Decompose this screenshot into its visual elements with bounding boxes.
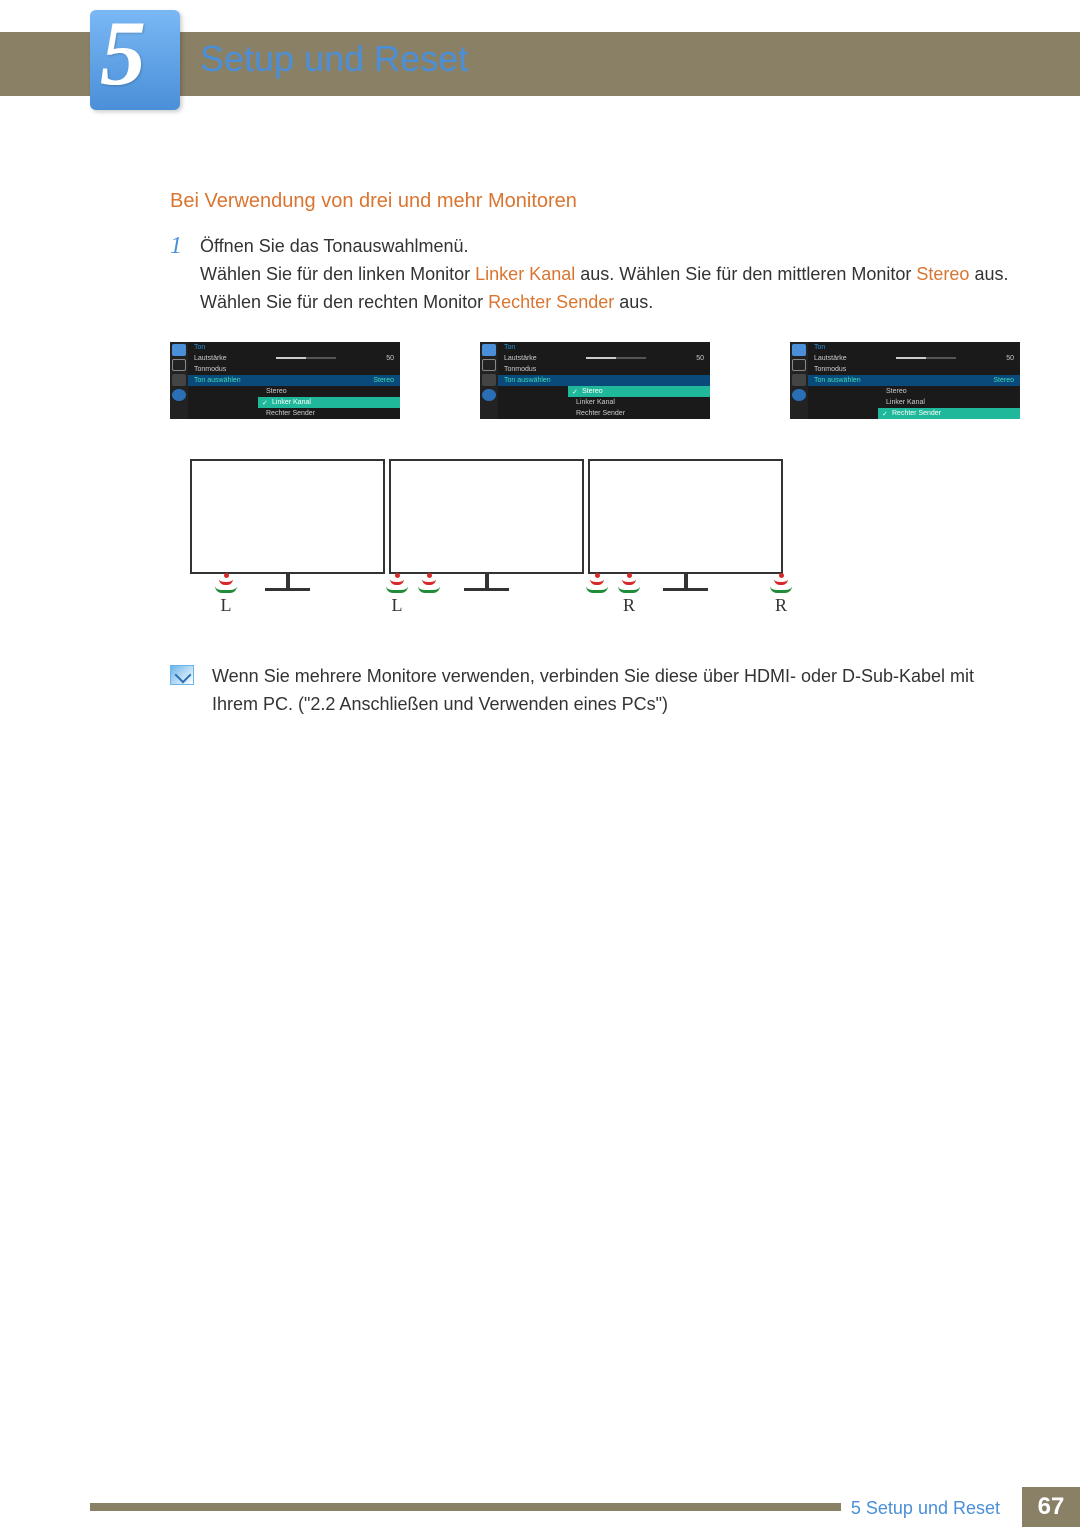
- speaker-label-L: L: [221, 595, 232, 616]
- monitor-2: [389, 459, 584, 591]
- step-line1: Öffnen Sie das Tonauswahlmenü.: [200, 236, 469, 256]
- menu-body: Ton Lautstärke50 Tonmodus Ton auswählenS…: [808, 342, 1020, 419]
- monitor-1: [190, 459, 385, 591]
- menu-sidebar: [480, 342, 498, 419]
- menu-title: Ton: [498, 342, 710, 353]
- osd-menu-left: Ton Lautstärke50 Tonmodus Ton auswählenS…: [170, 342, 400, 419]
- speaker-icon: R: [770, 573, 792, 616]
- monitor-icon: [792, 344, 806, 356]
- row-tonmodus: Tonmodus: [808, 364, 1020, 375]
- submenu: Stereo Linker Kanal Rechter Sender: [568, 386, 710, 419]
- row-volume: Lautstärke50: [808, 353, 1020, 364]
- row-ton-auswaehlen: Ton auswählen: [498, 375, 710, 386]
- t2a: Wählen Sie für den linken Monitor: [200, 264, 475, 284]
- opt-linker-kanal: Linker Kanal: [258, 397, 400, 408]
- speaker-group-4: R: [770, 573, 792, 616]
- note: Wenn Sie mehrere Monitore verwenden, ver…: [170, 663, 1020, 719]
- menu-body: Ton Lautstärke50 Tonmodus Ton auswählenS…: [188, 342, 400, 419]
- menu-sidebar: [790, 342, 808, 419]
- step-text: Öffnen Sie das Tonauswahlmenü. Wählen Si…: [200, 233, 1020, 317]
- opt-rechter-sender: Rechter Sender: [878, 408, 1020, 419]
- footer-page-number: 67: [1022, 1487, 1080, 1527]
- osd-menus: Ton Lautstärke50 Tonmodus Ton auswählenS…: [170, 342, 1020, 419]
- content-area: Bei Verwendung von drei und mehr Monitor…: [170, 190, 1020, 718]
- hl-rechter-sender: Rechter Sender: [488, 292, 614, 312]
- opt-linker-kanal: Linker Kanal: [878, 397, 1020, 408]
- arrows-icon: [792, 359, 806, 371]
- opt-rechter-sender: Rechter Sender: [568, 408, 710, 419]
- volume-slider: [276, 357, 336, 359]
- speaker-label-R: R: [775, 595, 787, 616]
- gear-icon: [172, 374, 186, 386]
- row-tonmodus: Tonmodus: [498, 364, 710, 375]
- submenu: Stereo Linker Kanal Rechter Sender: [258, 386, 400, 419]
- speaker-icon: .: [586, 573, 608, 616]
- row-ton-auswaehlen: Ton auswählenStereo: [188, 375, 400, 386]
- opt-rechter-sender: Rechter Sender: [258, 408, 400, 419]
- step-number: 1: [170, 233, 200, 317]
- t2b: aus. Wählen Sie für den mittleren Monito…: [575, 264, 916, 284]
- info-icon: [792, 389, 806, 401]
- gear-icon: [792, 374, 806, 386]
- info-icon: [482, 389, 496, 401]
- footer: 5 Setup und Reset 67: [0, 1487, 1080, 1527]
- speaker-group-1: L: [215, 573, 237, 616]
- menu-title: Ton: [188, 342, 400, 353]
- menu-title: Ton: [808, 342, 1020, 353]
- speaker-group-2: L .: [386, 573, 440, 616]
- volume-slider: [586, 357, 646, 359]
- row-volume: Lautstärke50: [188, 353, 400, 364]
- speaker-icon: R: [618, 573, 640, 616]
- t2d: aus.: [614, 292, 653, 312]
- row-tonmodus: Tonmodus: [188, 364, 400, 375]
- arrows-icon: [172, 359, 186, 371]
- hl-stereo: Stereo: [916, 264, 969, 284]
- opt-linker-kanal: Linker Kanal: [568, 397, 710, 408]
- note-text: Wenn Sie mehrere Monitore verwenden, ver…: [212, 663, 1020, 719]
- monitor-icon: [172, 344, 186, 356]
- osd-menu-right: Ton Lautstärke50 Tonmodus Ton auswählenS…: [790, 342, 1020, 419]
- arrows-icon: [482, 359, 496, 371]
- monitor-icon: [482, 344, 496, 356]
- menu-body: Ton Lautstärke50 Tonmodus Ton auswählen …: [498, 342, 710, 419]
- volume-slider: [896, 357, 956, 359]
- speaker-icon: L: [215, 573, 237, 616]
- monitor-3: [588, 459, 783, 591]
- opt-stereo: Stereo: [568, 386, 710, 397]
- opt-stereo: Stereo: [258, 386, 400, 397]
- chapter-number: 5: [100, 0, 146, 106]
- monitor-row: [190, 459, 1020, 591]
- speaker-label-L: L: [392, 595, 403, 616]
- opt-stereo: Stereo: [878, 386, 1020, 397]
- footer-label: 5 Setup und Reset: [841, 1498, 1010, 1519]
- row-volume: Lautstärke50: [498, 353, 710, 364]
- step-1: 1 Öffnen Sie das Tonauswahlmenü. Wählen …: [170, 233, 1020, 317]
- chapter-title: Setup und Reset: [200, 38, 468, 80]
- hl-linker-kanal: Linker Kanal: [475, 264, 575, 284]
- menu-sidebar: [170, 342, 188, 419]
- submenu: Stereo Linker Kanal Rechter Sender: [878, 386, 1020, 419]
- speaker-icon: .: [418, 573, 440, 616]
- speaker-group-3: . R: [586, 573, 640, 616]
- speaker-icon: L: [386, 573, 408, 616]
- section-heading: Bei Verwendung von drei und mehr Monitor…: [170, 190, 1020, 213]
- speaker-label-R: R: [623, 595, 635, 616]
- gear-icon: [482, 374, 496, 386]
- osd-menu-center: Ton Lautstärke50 Tonmodus Ton auswählen …: [480, 342, 710, 419]
- info-icon: [172, 389, 186, 401]
- row-ton-auswaehlen: Ton auswählenStereo: [808, 375, 1020, 386]
- diagram: Ton Lautstärke50 Tonmodus Ton auswählenS…: [170, 342, 1020, 573]
- note-icon: [170, 665, 194, 685]
